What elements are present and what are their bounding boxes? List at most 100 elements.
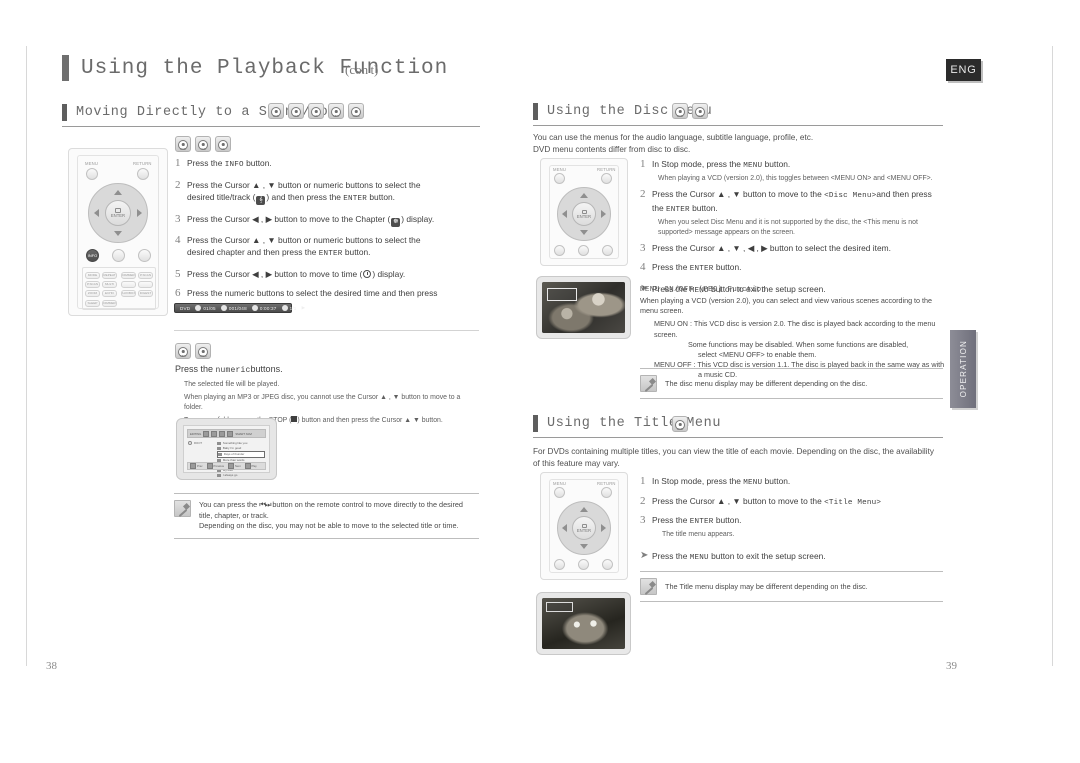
step-subnote: The title menu appears. [662,530,735,538]
audio-glyph-icon [281,305,288,311]
disc-chip-cd: CD [308,103,324,119]
keypad-button: ZOOM [85,290,100,297]
mp3-folder-pane: ROOT [188,441,219,460]
remote-enter-button: ENTER [105,200,131,226]
mp3-instruction-keyword: numeric [215,366,251,375]
mp3-browser-screenshot: EDITING SMART NAVI ROOT Something like y… [176,418,277,480]
osd-chapter-value: 001/048 [228,305,247,311]
disc-chip-dvd: DVD [175,136,191,152]
cursor-right-icon [601,210,606,218]
track-label: Days of thunder [223,452,245,456]
step-keyword: <Disc Menu> [824,191,877,200]
intro-line-1: You can use the menus for the audio lang… [533,133,814,142]
step-keyword: MENU [743,479,763,487]
step-keyword: ENTER [665,206,690,215]
disc-chip-label: VCD [200,146,206,151]
step-item: 1 In Stop mode, press the MENU button. W… [640,158,945,184]
step-text: Press the Cursor ◀ , ▶ button to move to… [187,213,435,227]
step-text: Press the Cursor ▲ , ▼ button or numeric… [187,234,421,259]
footer-label: Next [235,464,241,468]
skip-buttons-icon: ⏮⏭ [259,500,271,509]
remote-keypad: MODE REPEAT DIMMER P.SCAN P.SCAN MULTI Z… [82,267,156,310]
remote-enter-label: ENTER [576,213,592,219]
step-text: Press the Cursor ▲ , ▼ button to move to… [652,188,945,238]
footer-icon [190,463,196,469]
remote-return-label: RETURN [133,161,152,166]
cursor-up-icon [580,193,588,198]
keypad-button: DIMMER [121,272,136,279]
page-number-right: 39 [946,660,957,672]
mp3-toolbar-icon [203,430,210,437]
disc-chip-label: DVD [677,113,683,118]
mp3-note-2: When playing an MP3 or JPEG disc, you ca… [184,394,461,411]
keypad-button [121,281,136,288]
disc-chip-jpeg: JPEG [195,343,211,359]
step-item: 3 Press the Cursor ◀ , ▶ button to move … [175,213,475,227]
keypad-button: REPEAT [102,272,117,279]
remote-enter-label: ENTER [576,527,592,533]
page-rule-left [26,46,27,666]
mp3-instruction-block: Press the numericbuttons. The selected f… [175,364,475,426]
steps-disc-menu: 1 In Stop mode, press the MENU button. W… [640,158,945,303]
menu-onoff-description: When playing a VCD (version 2.0), you ca… [640,296,933,316]
disc-chip-label: CD [221,146,225,151]
step-text: Press the MENU button to exit the setup … [652,550,826,562]
mp3-instruction-suffix: buttons. [250,364,283,374]
keypad-button: SLEEP [85,300,100,307]
disc-chip-label: DVD [273,113,279,118]
disc-chip-group-left-steps: DVD VCD CD [175,136,231,152]
list-item[interactable]: I always go [217,473,265,478]
remote-enter-button: ENTER [572,202,596,226]
manual-page: Using the Playback Function (con't) ENG … [0,0,1080,763]
section-disc-menu: Using the Disc Menu [533,103,943,126]
osd-disc-type: DVD [180,305,191,311]
section-heading-title-menu: Using the Title Menu [547,416,722,431]
remote-menu-button [554,173,565,184]
disc-chip-group-scene: DVD VCD CD MP3 JPEG [268,103,364,119]
note-pencil-icon [174,500,191,517]
list-item-selected[interactable]: Days of thunder [217,451,265,458]
step-subnote: When you select Disc Menu and it is not … [658,218,918,236]
step-text: In Stop mode, press the MENU button. Whe… [652,159,933,182]
intro-line-2: DVD menu contents differ from disc to di… [533,144,691,154]
chapter-title-continued: (con't) [345,62,379,77]
note-line-2: Depending on the disc, you may not be ab… [199,521,459,530]
remote-return-label: RETURN [597,481,616,486]
section-accent-bar [533,415,538,432]
remote-menu-label: MENU [553,167,567,172]
content-divider [174,330,479,331]
step-item-exit: ➤ Press the MENU button to exit the setu… [640,550,945,565]
disc-chip-label: MP3 [333,113,339,118]
menu-on-line-3: select <MENU OFF> to enable them. [698,350,817,360]
step-item: 1 Press the INFO button. [175,157,475,172]
osd-audio-value: 1/1 [289,305,297,311]
disc-chip-vcd: VCD [692,103,708,119]
clock-glyph-icon [251,305,258,311]
disc-chip-jpeg: JPEG [348,103,364,119]
mp3-screen-mode-label: SMART NAVI [235,431,253,436]
footer-label: Prev [197,464,203,468]
cursor-right-icon [137,209,142,217]
remote-info-button [554,245,565,256]
step-number: 1 [640,158,646,170]
step-number: 3 [640,241,646,254]
step-text: Press the INFO button. [187,158,272,169]
remote-control-illustration-title-menu: MENU RETURN ENTER [540,472,628,580]
menu-on-line-2: Some functions may be disabled. When som… [688,339,909,349]
disc-chip-group-disc-menu: DVD VCD [672,103,708,119]
step-item: 5 Press the Cursor ◀ , ▶ button to move … [175,268,475,281]
keypad-button: P.SCAN [138,272,153,279]
disc-chip-label: JPEG [199,353,207,358]
note-box-left: You can press the ⏮⏭ button on the remot… [174,493,479,539]
step-item: 4 Press the Cursor ▲ , ▼ button or numer… [175,234,475,261]
disc-chip-label: JPEG [352,113,360,118]
cursor-up-icon [114,190,122,195]
disc-chip-label: VCD [293,113,299,118]
remote-power-button [602,559,613,570]
mp3-toolbar-icon [227,430,234,437]
remote-control-illustration-disc-menu: MENU RETURN ENTER [540,158,628,266]
cursor-down-icon [580,544,588,549]
remote-enter-button: ENTER [572,516,596,540]
disc-chip-label: DVD [180,146,186,151]
step-number: 4 [175,233,181,246]
